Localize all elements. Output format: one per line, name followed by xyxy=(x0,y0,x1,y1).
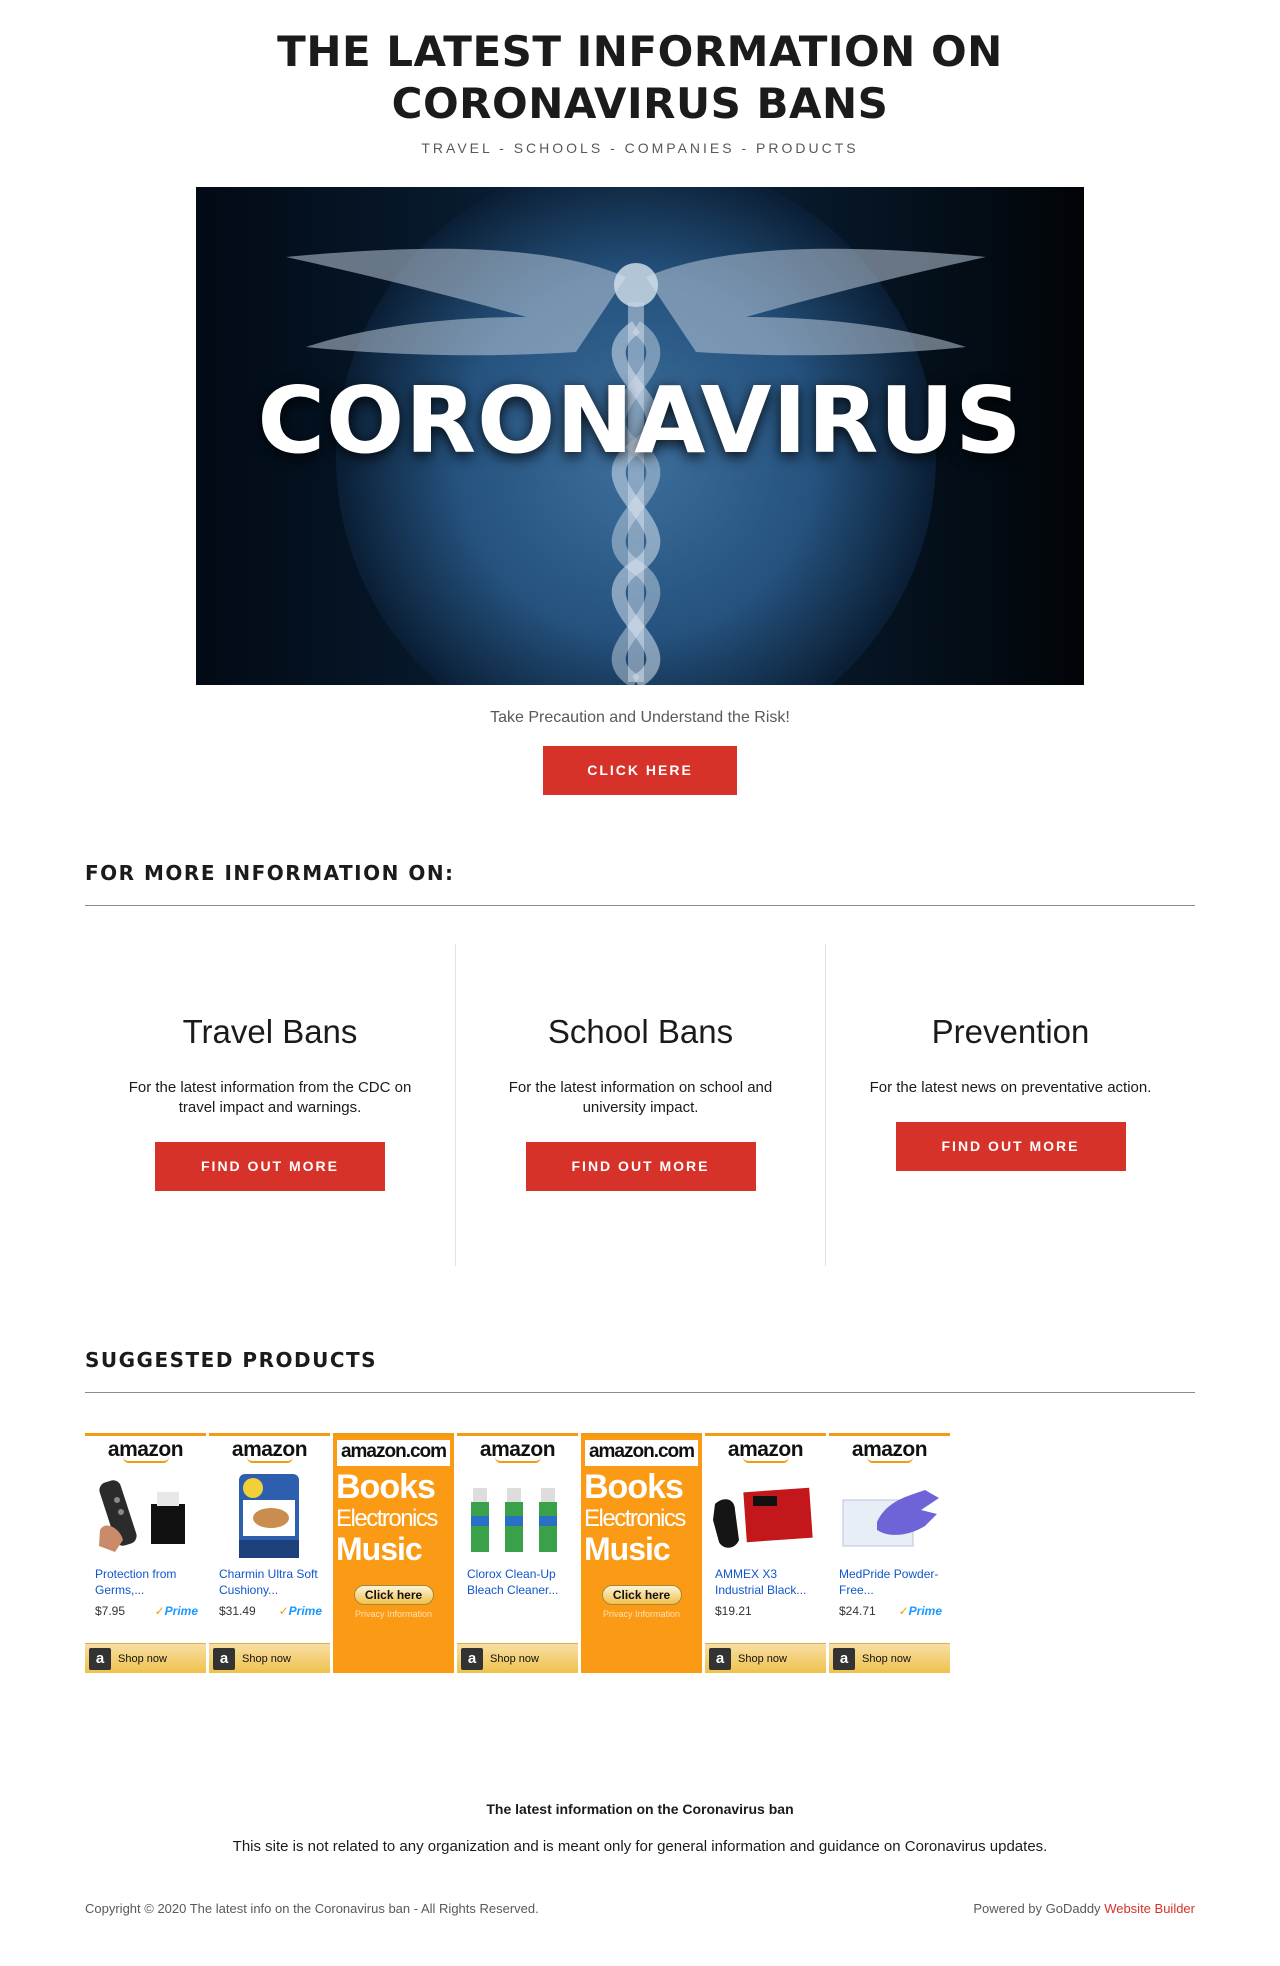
card-prevention: Prevention For the latest news on preven… xyxy=(825,944,1195,1266)
amazon-ads: amazon Protection from Germs,... $7.95 ✓P… xyxy=(85,1433,1195,1673)
hero-image: CORONAVIRUS xyxy=(196,187,1084,685)
card-text: For the latest information on school and… xyxy=(508,1079,773,1116)
product-price: $31.49 ✓Prime xyxy=(219,1604,322,1618)
prime-badge: ✓Prime xyxy=(898,1604,942,1618)
card-text: For the latest news on preventative acti… xyxy=(869,1079,1152,1096)
amazon-a-icon: a xyxy=(213,1648,235,1670)
shop-now-button[interactable]: a Shop now xyxy=(829,1643,950,1673)
footer-title: The latest information on the Coronaviru… xyxy=(486,1801,794,1817)
banner-text: Books Electronics Music xyxy=(336,1468,438,1567)
privacy-information-link[interactable]: Privacy Information xyxy=(581,1609,702,1619)
banner-text: Books Electronics Music xyxy=(584,1468,686,1567)
card-text: For the latest information from the CDC … xyxy=(128,1079,412,1116)
product-price: $19.21 xyxy=(715,1604,752,1618)
shop-now-button[interactable]: a Shop now xyxy=(209,1643,330,1673)
hero-word: CORONAVIRUS xyxy=(257,367,1023,474)
card-title: School Bans xyxy=(547,1013,734,1050)
product-price: $24.71 ✓Prime xyxy=(839,1604,942,1618)
amazon-a-icon: a xyxy=(833,1648,855,1670)
amazon-logo: amazon xyxy=(107,1438,184,1463)
amazon-a-icon: a xyxy=(89,1648,111,1670)
product-name[interactable]: AMMEX X3 Industrial Black... xyxy=(705,1566,826,1600)
website-builder-link[interactable]: Website Builder xyxy=(1104,1901,1195,1916)
product-name[interactable]: Clorox Clean-Up Bleach Cleaner... xyxy=(457,1566,578,1600)
amazon-com-logo: amazon.com xyxy=(585,1440,698,1466)
find-out-more-button[interactable]: FIND OUT MORE xyxy=(895,1122,1126,1171)
banner-click-here-button[interactable]: Click here xyxy=(353,1585,434,1605)
product-image[interactable] xyxy=(209,1470,330,1560)
product-name[interactable]: MedPride Powder-Free... xyxy=(829,1566,950,1600)
amazon-a-icon: a xyxy=(461,1648,483,1670)
hero-subtitle: Take Precaution and Understand the Risk! xyxy=(490,709,790,726)
amazon-logo: amazon xyxy=(727,1438,804,1463)
product-image[interactable] xyxy=(457,1470,578,1560)
amazon-logo: amazon xyxy=(479,1438,556,1463)
site-tagline: TRAVEL - SCHOOLS - COMPANIES - PRODUCTS xyxy=(421,140,859,156)
click-here-button[interactable]: CLICK HERE xyxy=(543,746,737,795)
product-name[interactable]: Protection from Germs,... xyxy=(85,1566,206,1600)
footer-bottom: Copyright © 2020 The latest info on the … xyxy=(85,1901,1195,1953)
prime-badge: ✓Prime xyxy=(278,1604,322,1618)
amazon-logo: amazon xyxy=(851,1438,928,1463)
product-image[interactable] xyxy=(85,1470,206,1560)
card-travel-bans: Travel Bans For the latest information f… xyxy=(85,944,455,1266)
shop-now-button[interactable]: a Shop now xyxy=(705,1643,826,1673)
amazon-banner-ad[interactable]: amazon.com Books Electronics Music Click… xyxy=(581,1433,702,1673)
product-price xyxy=(457,1604,578,1620)
shop-now-button[interactable]: a Shop now xyxy=(85,1643,206,1673)
banner-click-here-button[interactable]: Click here xyxy=(601,1585,682,1605)
more-info-heading: FOR MORE INFORMATION ON: xyxy=(85,861,1195,906)
product-name[interactable]: Charmin Ultra Soft Cushiony... xyxy=(209,1566,330,1600)
product-ad[interactable]: amazon Protection from Germs,... $7.95 ✓P… xyxy=(85,1433,206,1673)
amazon-banner-ad[interactable]: amazon.com Books Electronics Music Click… xyxy=(333,1433,454,1673)
product-ad[interactable]: amazon Clorox Clean-Up Bleach Cleaner...… xyxy=(457,1433,578,1673)
powered-by: Powered by GoDaddy Website Builder xyxy=(973,1901,1195,1916)
product-image[interactable] xyxy=(829,1470,950,1560)
product-ad[interactable]: amazon AMMEX X3 Industrial Black... $19.… xyxy=(705,1433,826,1673)
amazon-com-logo: amazon.com xyxy=(337,1440,450,1466)
product-price: $7.95 ✓Prime xyxy=(95,1604,198,1618)
suggested-products-heading: SUGGESTED PRODUCTS xyxy=(85,1348,1195,1393)
card-title: Prevention xyxy=(931,1013,1090,1050)
product-image[interactable] xyxy=(705,1470,826,1560)
footer-disclaimer: This site is not related to any organiza… xyxy=(232,1838,1048,1855)
site-header: THE LATEST INFORMATION ON CORONAVIRUS BA… xyxy=(0,0,1280,156)
product-ad[interactable]: amazon Charmin Ultra Soft Cushiony... $3… xyxy=(209,1433,330,1673)
copyright-text: Copyright © 2020 The latest info on the … xyxy=(85,1901,539,1916)
amazon-a-icon: a xyxy=(709,1648,731,1670)
product-ad[interactable]: amazon MedPride Powder-Free... $24.71 ✓Pr… xyxy=(829,1433,950,1673)
privacy-information-link[interactable]: Privacy Information xyxy=(333,1609,454,1619)
card-title: Travel Bans xyxy=(182,1013,358,1050)
card-school-bans: School Bans For the latest information o… xyxy=(455,944,825,1266)
site-title: THE LATEST INFORMATION ON CORONAVIRUS BA… xyxy=(277,27,1003,128)
prime-badge: ✓Prime xyxy=(154,1604,198,1618)
shop-now-button[interactable]: a Shop now xyxy=(457,1643,578,1673)
info-cards: Travel Bans For the latest information f… xyxy=(85,944,1195,1266)
amazon-logo: amazon xyxy=(231,1438,308,1463)
find-out-more-button[interactable]: FIND OUT MORE xyxy=(525,1142,756,1191)
find-out-more-button[interactable]: FIND OUT MORE xyxy=(155,1142,385,1191)
